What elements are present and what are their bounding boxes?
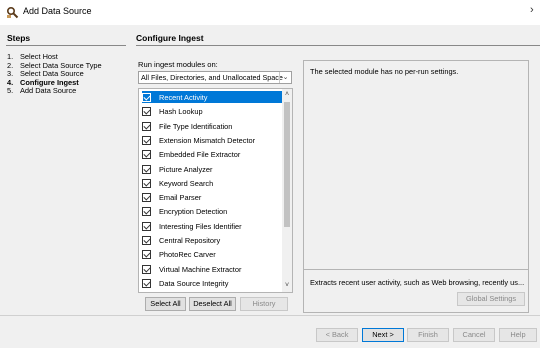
module-label: Email Parser — [159, 193, 202, 203]
checkmark-icon — [143, 164, 151, 173]
ingest-module-row[interactable]: Keyword Search — [139, 177, 284, 189]
run-ingest-label: Run ingest modules on: — [138, 60, 218, 69]
ingest-module-row[interactable]: Picture Analyzer — [139, 163, 284, 175]
module-checkbox[interactable] — [142, 264, 151, 274]
scope-dropdown[interactable]: All Files, Directories, and Unallocated … — [138, 71, 292, 84]
module-label: PhotoRec Carver — [159, 250, 216, 260]
checkmark-icon — [143, 193, 151, 201]
ingest-module-row[interactable]: Recent Activity — [142, 91, 285, 103]
window-title: Add Data Source — [23, 6, 92, 16]
deselect-all-button[interactable]: Deselect All — [189, 297, 236, 311]
finish-button[interactable]: Finish — [407, 328, 449, 342]
steps-divider — [6, 45, 126, 46]
steps-title: Steps — [7, 33, 31, 43]
ingest-module-row[interactable]: Interesting Files Identifier — [139, 220, 284, 232]
module-settings-panel: The selected module has no per-run setti… — [303, 60, 529, 313]
checkmark-icon — [143, 207, 151, 215]
ingest-module-row[interactable]: Hash Lookup — [139, 105, 284, 117]
checkmark-icon — [143, 265, 151, 273]
next-button[interactable]: Next > — [362, 328, 404, 342]
module-checkbox[interactable] — [142, 164, 151, 174]
module-checkbox[interactable] — [142, 278, 151, 288]
module-checkbox[interactable] — [142, 250, 151, 260]
module-label: Interesting Files Identifier — [159, 221, 242, 231]
steps-list: 1. Select Host 2. Select Data Source Type … — [7, 52, 102, 96]
module-checkbox[interactable] — [142, 236, 151, 245]
module-label: Recent Activity — [159, 93, 208, 102]
module-checkbox[interactable] — [142, 207, 151, 217]
module-label: Virtual Machine Extractor — [159, 264, 242, 274]
ingest-module-row[interactable]: PhotoRec Carver — [139, 248, 284, 260]
checkmark-icon — [143, 179, 151, 187]
checkmark-icon — [143, 279, 151, 287]
module-checkbox[interactable] — [142, 121, 151, 131]
ingest-module-row[interactable]: File Type Identification — [139, 120, 284, 132]
module-label: File Type Identification — [159, 121, 233, 131]
wizard-footer: < Back Next > Finish Cancel Help — [0, 315, 540, 348]
module-checkbox[interactable] — [142, 150, 151, 160]
module-checkbox[interactable] — [142, 221, 151, 231]
scroll-thumb[interactable] — [284, 102, 290, 227]
scroll-up-icon[interactable]: ˄ — [282, 89, 292, 101]
module-list-scrollbar[interactable]: ˄ ˅ — [282, 89, 292, 292]
module-checkbox[interactable] — [142, 178, 151, 188]
cancel-button[interactable]: Cancel — [453, 328, 495, 342]
module-label: Embedded File Extractor — [159, 150, 241, 160]
configure-ingest-panel: Configure Ingest Run ingest modules on: … — [130, 25, 540, 315]
module-checkbox[interactable] — [142, 93, 151, 102]
checkmark-icon — [143, 107, 151, 115]
checkmark-icon — [143, 250, 151, 258]
ingest-module-row[interactable]: Email Parser — [139, 191, 284, 203]
settings-message: The selected module has no per-run setti… — [310, 67, 459, 76]
global-settings-button[interactable]: Global Settings — [457, 292, 525, 306]
checkmark-icon — [143, 150, 151, 158]
ingest-module-row[interactable]: Virtual Machine Extractor — [139, 263, 284, 275]
module-label: Keyword Search — [159, 178, 214, 188]
settings-divider — [304, 269, 528, 270]
page-title: Configure Ingest — [136, 33, 204, 43]
ingest-module-row[interactable]: Central Repository — [139, 234, 284, 246]
step-item: 5. Add Data Source — [7, 86, 77, 95]
checkmark-icon — [143, 136, 151, 144]
title-bar: Add Data Source › — [0, 0, 540, 25]
scroll-down-icon[interactable]: ˅ — [282, 280, 292, 292]
ingest-module-row[interactable]: Embedded File Extractor — [139, 148, 284, 160]
ingest-module-list[interactable]: Recent Activity Hash Lookup File Type Iden… — [138, 88, 293, 293]
module-checkbox[interactable] — [142, 107, 151, 117]
back-button[interactable]: < Back — [316, 328, 358, 342]
title-divider — [136, 45, 540, 46]
checkmark-icon — [143, 122, 151, 130]
chevron-down-icon[interactable]: ⌄ — [279, 72, 291, 83]
scope-value: All Files, Directories, and Unallocated … — [141, 73, 283, 82]
ingest-module-row[interactable]: Data Source Integrity — [139, 277, 284, 289]
module-label: Central Repository — [159, 236, 221, 245]
module-description: Extracts recent user activity, such as W… — [310, 278, 525, 287]
ingest-module-row[interactable]: Extension Mismatch Detector — [139, 134, 284, 146]
checkmark-icon — [143, 236, 151, 244]
module-label: Extension Mismatch Detector — [159, 135, 256, 145]
select-all-button[interactable]: Select All — [145, 297, 186, 311]
module-label: Hash Lookup — [159, 107, 203, 117]
checkmark-icon — [143, 222, 151, 230]
module-checkbox[interactable] — [142, 193, 151, 203]
help-button[interactable]: Help — [499, 328, 537, 342]
ingest-module-row[interactable]: Encryption Detection — [139, 205, 284, 217]
module-label: Data Source Integrity — [159, 278, 229, 288]
close-icon[interactable]: › — [530, 4, 534, 16]
module-label: Encryption Detection — [159, 207, 228, 217]
magnifier-app-icon — [6, 6, 19, 19]
history-button[interactable]: History — [240, 297, 288, 311]
module-label: Picture Analyzer — [159, 164, 213, 174]
checkmark-icon — [143, 93, 151, 101]
steps-panel: Steps 1. Select Host 2. Select Data Source… — [0, 25, 130, 315]
module-checkbox[interactable] — [142, 135, 151, 145]
